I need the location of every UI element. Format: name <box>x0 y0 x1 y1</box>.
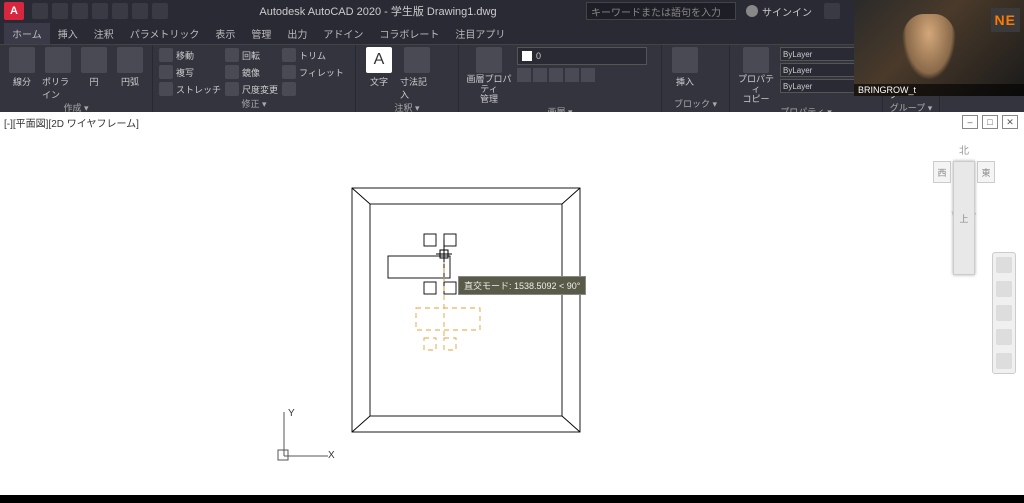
menu-featured[interactable]: 注目アプリ <box>447 23 513 44</box>
polyline-button[interactable]: ポリライン <box>42 47 74 101</box>
signin-button[interactable]: サインイン <box>746 4 812 19</box>
linetype-dropdown[interactable]: ByLayer <box>780 79 856 93</box>
fillet-button[interactable]: フィレット <box>282 64 344 80</box>
layer-tool-3-icon[interactable] <box>549 68 563 82</box>
layer-dropdown[interactable]: 0 <box>517 47 647 65</box>
layer-tool-4-icon[interactable] <box>565 68 579 82</box>
color-dropdown[interactable]: ByLayer <box>780 47 856 61</box>
dimension-icon <box>404 47 430 73</box>
polyline-icon <box>45 47 71 73</box>
menu-manage[interactable]: 管理 <box>243 23 279 44</box>
panel-modify-label: 修正 ▾ <box>159 97 349 111</box>
array-icon <box>282 82 296 96</box>
drawing-canvas[interactable]: [-][平面図][2D ワイヤフレーム] – □ ✕ 北 西 上 東 南 WCS… <box>0 112 1024 495</box>
menu-parametric[interactable]: パラメトリック <box>122 23 208 44</box>
webcam-person <box>902 14 956 80</box>
matchprop-icon <box>743 47 769 73</box>
copy-icon <box>159 65 173 79</box>
user-icon <box>746 5 758 17</box>
bottom-bar <box>0 495 1024 503</box>
search-input[interactable]: キーワードまたは語句を入力 <box>586 2 736 20</box>
ucs-x-label: X <box>328 450 335 461</box>
panel-block-label: ブロック ▾ <box>668 97 723 111</box>
fillet-icon <box>282 65 296 79</box>
qat-saveas-icon[interactable] <box>92 3 108 19</box>
qat-plot-icon[interactable] <box>112 3 128 19</box>
webcam-overlay: NE BRINGROW_t <box>854 0 1024 96</box>
text-button[interactable]: A文字 <box>362 47 396 88</box>
stretch-button[interactable]: ストレッチ <box>159 81 221 97</box>
layer-tool-5-icon[interactable] <box>581 68 595 82</box>
layer-props-button[interactable]: 画層プロパティ 管理 <box>465 47 513 105</box>
app-logo[interactable]: A <box>4 2 24 20</box>
rotate-icon <box>225 48 239 62</box>
line-icon <box>9 47 35 73</box>
lineweight-dropdown[interactable]: ByLayer <box>780 63 856 77</box>
menu-view[interactable]: 表示 <box>207 23 243 44</box>
line-button[interactable]: 線分 <box>6 47 38 88</box>
circle-icon <box>81 47 107 73</box>
matchprop-button[interactable]: プロパティ コピー <box>736 47 776 105</box>
qat-undo-icon[interactable] <box>132 3 148 19</box>
layer-color-swatch <box>522 51 532 61</box>
window-title: Autodesk AutoCAD 2020 - 学生版 Drawing1.dwg <box>170 3 586 19</box>
text-icon: A <box>366 47 392 73</box>
copy-button[interactable]: 複写 <box>159 64 221 80</box>
qat-new-icon[interactable] <box>32 3 48 19</box>
insert-block-icon <box>672 47 698 73</box>
stretch-icon <box>159 82 173 96</box>
layer-props-icon <box>476 47 502 73</box>
menu-collab[interactable]: コラボレート <box>371 23 447 44</box>
layer-tool-1-icon[interactable] <box>517 68 531 82</box>
layer-tool-2-icon[interactable] <box>533 68 547 82</box>
qat-save-icon[interactable] <box>72 3 88 19</box>
trim-icon <box>282 48 296 62</box>
rotate-button[interactable]: 回転 <box>225 47 278 63</box>
dimension-button[interactable]: 寸法記入 <box>400 47 434 101</box>
array-button[interactable] <box>282 81 344 97</box>
layer-current-name: 0 <box>536 51 541 61</box>
move-icon <box>159 48 173 62</box>
qat-redo-icon[interactable] <box>152 3 168 19</box>
trim-button[interactable]: トリム <box>282 47 344 63</box>
menu-home[interactable]: ホーム <box>4 23 50 44</box>
drawing-svg <box>0 112 1024 492</box>
arc-button[interactable]: 円弧 <box>114 47 146 88</box>
insert-block-button[interactable]: 挿入 <box>668 47 702 88</box>
scale-icon <box>225 82 239 96</box>
mirror-icon <box>225 65 239 79</box>
signin-label: サインイン <box>762 4 812 19</box>
webcam-brand: NE <box>991 8 1020 32</box>
circle-button[interactable]: 円 <box>78 47 110 88</box>
mirror-button[interactable]: 鏡像 <box>225 64 278 80</box>
arc-icon <box>117 47 143 73</box>
help-icon[interactable] <box>824 3 840 19</box>
menu-addin[interactable]: アドイン <box>315 23 371 44</box>
menu-output[interactable]: 出力 <box>279 23 315 44</box>
cursor-tooltip: 直交モード: 1538.5092 < 90° <box>458 276 586 295</box>
move-button[interactable]: 移動 <box>159 47 221 63</box>
menu-annotate[interactable]: 注釈 <box>86 23 122 44</box>
ucs-y-label: Y <box>288 408 295 419</box>
menu-insert[interactable]: 挿入 <box>50 23 86 44</box>
qat-open-icon[interactable] <box>52 3 68 19</box>
webcam-name: BRINGROW_t <box>854 84 1024 96</box>
scale-button[interactable]: 尺度変更 <box>225 81 278 97</box>
